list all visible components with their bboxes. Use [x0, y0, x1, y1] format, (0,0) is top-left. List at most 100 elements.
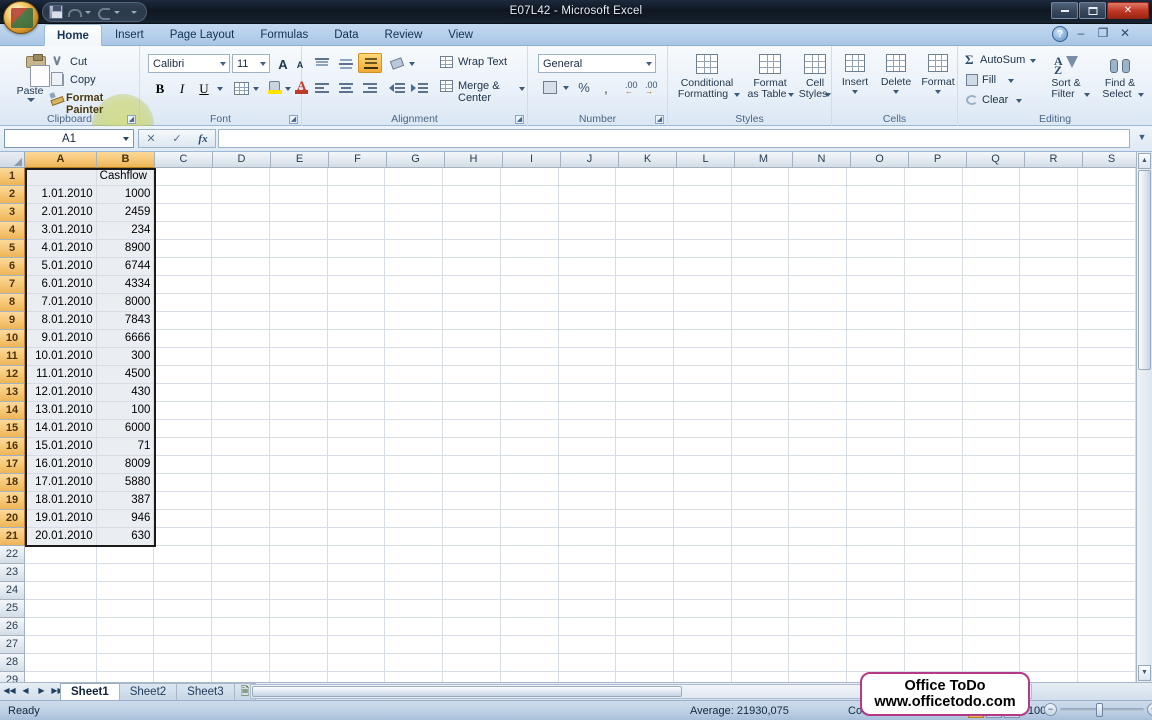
cell-K5[interactable]: [616, 240, 675, 258]
cell-F12[interactable]: [327, 366, 386, 384]
cell-A29[interactable]: [25, 672, 97, 682]
cell-G11[interactable]: [385, 348, 444, 366]
align-right-button[interactable]: [358, 78, 380, 96]
cell-J18[interactable]: [558, 474, 617, 492]
tab-home[interactable]: Home: [44, 24, 102, 46]
row-header-15[interactable]: 15: [0, 420, 25, 438]
cell-N27[interactable]: [789, 636, 848, 654]
cell-K4[interactable]: [616, 222, 675, 240]
cell-A22[interactable]: [25, 546, 97, 564]
cell-styles-dropdown-icon[interactable]: [825, 93, 831, 97]
cell-F17[interactable]: [327, 456, 386, 474]
row-header-12[interactable]: 12: [0, 366, 25, 384]
cell-C18[interactable]: [154, 474, 213, 492]
row-header-7[interactable]: 7: [0, 276, 25, 294]
cell-Q26[interactable]: [962, 618, 1021, 636]
row-header-6[interactable]: 6: [0, 258, 25, 276]
cell-I29[interactable]: [501, 672, 559, 682]
cell-R26[interactable]: [1020, 618, 1079, 636]
cell-S4[interactable]: [1078, 222, 1136, 240]
column-header-j[interactable]: J: [561, 152, 619, 168]
cell-H15[interactable]: [443, 420, 501, 438]
cell-J5[interactable]: [558, 240, 617, 258]
cell-P4[interactable]: [904, 222, 963, 240]
prev-sheet-button[interactable]: ◀: [19, 685, 32, 698]
cell-S17[interactable]: [1078, 456, 1136, 474]
borders-dropdown-icon[interactable]: [250, 78, 261, 98]
cell-A20[interactable]: 19.01.2010: [25, 510, 97, 528]
cell-Q1[interactable]: [962, 168, 1021, 186]
cell-N9[interactable]: [789, 312, 848, 330]
cell-B5[interactable]: 8900: [96, 240, 155, 258]
cell-S14[interactable]: [1078, 402, 1136, 420]
cell-C17[interactable]: [154, 456, 213, 474]
cell-G8[interactable]: [385, 294, 444, 312]
cell-L5[interactable]: [674, 240, 732, 258]
cell-O6[interactable]: [847, 258, 905, 276]
cut-button[interactable]: Cut: [48, 55, 118, 71]
cell-B25[interactable]: [96, 600, 155, 618]
formula-input[interactable]: [218, 129, 1130, 148]
cell-D13[interactable]: [212, 384, 270, 402]
cell-A28[interactable]: [25, 654, 97, 672]
copy-button[interactable]: Copy: [48, 72, 118, 89]
cell-O7[interactable]: [847, 276, 905, 294]
cell-M12[interactable]: [731, 366, 790, 384]
cell-K9[interactable]: [616, 312, 675, 330]
cell-H25[interactable]: [443, 600, 501, 618]
cell-P15[interactable]: [904, 420, 963, 438]
cell-S10[interactable]: [1078, 330, 1136, 348]
cell-K24[interactable]: [616, 582, 675, 600]
cell-B23[interactable]: [96, 564, 155, 582]
cell-D7[interactable]: [212, 276, 270, 294]
cell-P27[interactable]: [904, 636, 963, 654]
row-header-19[interactable]: 19: [0, 492, 25, 510]
cell-E20[interactable]: [269, 510, 328, 528]
cell-N4[interactable]: [789, 222, 848, 240]
cell-Q24[interactable]: [962, 582, 1021, 600]
cell-H10[interactable]: [443, 330, 501, 348]
cell-D17[interactable]: [212, 456, 270, 474]
cell-M9[interactable]: [731, 312, 790, 330]
cell-area[interactable]: Cashflow 1.01.2010 1000 2.01.2010 2459 3.01.2…: [25, 168, 1136, 682]
cell-J13[interactable]: [558, 384, 617, 402]
cell-Q6[interactable]: [962, 258, 1021, 276]
cell-E19[interactable]: [269, 492, 328, 510]
cell-M8[interactable]: [731, 294, 790, 312]
cell-B7[interactable]: 4334: [96, 276, 155, 294]
cell-C5[interactable]: [154, 240, 213, 258]
cell-I5[interactable]: [500, 240, 559, 258]
cell-R19[interactable]: [1020, 492, 1079, 510]
cell-S26[interactable]: [1078, 618, 1136, 636]
cell-E29[interactable]: [270, 672, 328, 682]
cell-L7[interactable]: [674, 276, 732, 294]
cell-I13[interactable]: [500, 384, 559, 402]
column-header-c[interactable]: C: [155, 152, 213, 168]
cell-F15[interactable]: [327, 420, 386, 438]
cell-M6[interactable]: [731, 258, 790, 276]
top-align-button[interactable]: [310, 54, 332, 72]
cell-P21[interactable]: [904, 528, 963, 546]
cell-D15[interactable]: [212, 420, 270, 438]
cell-R11[interactable]: [1020, 348, 1079, 366]
cell-B1[interactable]: Cashflow: [96, 168, 155, 186]
cell-G3[interactable]: [385, 204, 444, 222]
cell-D23[interactable]: [212, 564, 270, 582]
cell-R6[interactable]: [1020, 258, 1079, 276]
cell-J27[interactable]: [558, 636, 617, 654]
font-name-input[interactable]: Calibri: [148, 54, 230, 73]
cell-M29[interactable]: [732, 672, 790, 682]
row-header-21[interactable]: 21: [0, 528, 25, 546]
cell-G4[interactable]: [385, 222, 444, 240]
cell-P3[interactable]: [904, 204, 963, 222]
cell-M4[interactable]: [731, 222, 790, 240]
cell-D14[interactable]: [212, 402, 270, 420]
cell-I11[interactable]: [500, 348, 559, 366]
cell-E24[interactable]: [269, 582, 328, 600]
cell-O17[interactable]: [847, 456, 905, 474]
find-select-dropdown-icon[interactable]: [1138, 93, 1144, 97]
cell-P19[interactable]: [904, 492, 963, 510]
cell-Q2[interactable]: [962, 186, 1021, 204]
format-painter-button[interactable]: Format Painter: [46, 91, 130, 116]
middle-align-button[interactable]: [334, 54, 356, 72]
